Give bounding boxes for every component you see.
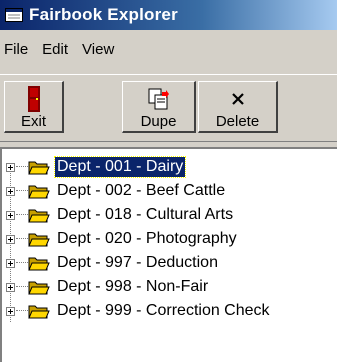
tree-item-label[interactable]: Dept - 999 - Correction Check bbox=[55, 301, 272, 321]
tree-branch-line bbox=[16, 214, 28, 216]
dupe-button-label: Dupe bbox=[140, 113, 177, 130]
tree-item[interactable]: Dept - 998 - Non-Fair bbox=[2, 275, 337, 299]
tree-branch-line bbox=[16, 166, 28, 168]
tree-item[interactable]: Dept - 018 - Cultural Arts bbox=[2, 203, 337, 227]
dupe-button[interactable]: Dupe bbox=[122, 81, 196, 133]
expand-plus-icon[interactable] bbox=[6, 210, 15, 220]
expand-plus-icon[interactable] bbox=[6, 186, 15, 196]
open-folder-icon bbox=[28, 278, 50, 296]
open-folder-icon bbox=[28, 206, 50, 224]
menu-file[interactable]: File bbox=[0, 38, 35, 62]
tree-item[interactable]: Dept - 020 - Photography bbox=[2, 227, 337, 251]
tree-item[interactable]: Dept - 001 - Dairy bbox=[2, 155, 337, 179]
tree-item[interactable]: Dept - 999 - Correction Check bbox=[2, 299, 337, 323]
tree-branch-line bbox=[16, 286, 28, 288]
delete-button[interactable]: Delete bbox=[198, 81, 278, 133]
tree-branch-line bbox=[16, 310, 28, 312]
title-bar[interactable]: Fairbook Explorer bbox=[0, 0, 337, 30]
app-window: Fairbook Explorer File Edit View Exit Du… bbox=[0, 0, 337, 362]
department-tree[interactable]: Dept - 001 - Dairy Dept - 002 - Beef Cat… bbox=[0, 147, 337, 362]
tree-branch-line bbox=[16, 262, 28, 264]
delete-x-icon bbox=[225, 86, 251, 112]
duplicate-icon bbox=[146, 86, 172, 112]
open-folder-icon bbox=[28, 158, 50, 176]
expand-plus-icon[interactable] bbox=[6, 162, 15, 172]
open-folder-icon bbox=[28, 182, 50, 200]
exit-button-label: Exit bbox=[20, 113, 46, 130]
tree-item-label[interactable]: Dept - 997 - Deduction bbox=[55, 253, 220, 273]
tree-item-label[interactable]: Dept - 002 - Beef Cattle bbox=[55, 181, 227, 201]
toolbar: Exit Dupe Delete bbox=[0, 74, 337, 142]
delete-button-label: Delete bbox=[215, 113, 260, 130]
tree-item[interactable]: Dept - 002 - Beef Cattle bbox=[2, 179, 337, 203]
expand-plus-icon[interactable] bbox=[6, 258, 15, 268]
tree-item[interactable]: Dept - 997 - Deduction bbox=[2, 251, 337, 275]
door-exit-icon bbox=[21, 86, 47, 112]
tree-item-label[interactable]: Dept - 001 - Dairy bbox=[53, 156, 187, 178]
tree-branch-line bbox=[16, 190, 28, 192]
expand-plus-icon[interactable] bbox=[6, 234, 15, 244]
tree-item-label[interactable]: Dept - 018 - Cultural Arts bbox=[55, 205, 235, 225]
tree-item-label[interactable]: Dept - 998 - Non-Fair bbox=[55, 277, 210, 297]
menu-view[interactable]: View bbox=[75, 38, 121, 62]
open-folder-icon bbox=[28, 254, 50, 272]
open-folder-icon bbox=[28, 302, 50, 320]
window-title: Fairbook Explorer bbox=[29, 5, 178, 24]
expand-plus-icon[interactable] bbox=[6, 282, 15, 292]
menu-bar: File Edit View bbox=[0, 32, 337, 68]
expand-plus-icon[interactable] bbox=[6, 306, 15, 316]
menu-edit[interactable]: Edit bbox=[35, 38, 75, 62]
tree-branch-line bbox=[16, 238, 28, 240]
open-folder-icon bbox=[28, 230, 50, 248]
exit-button[interactable]: Exit bbox=[4, 81, 64, 133]
tree-item-label[interactable]: Dept - 020 - Photography bbox=[55, 229, 239, 249]
window-app-icon bbox=[5, 8, 23, 22]
